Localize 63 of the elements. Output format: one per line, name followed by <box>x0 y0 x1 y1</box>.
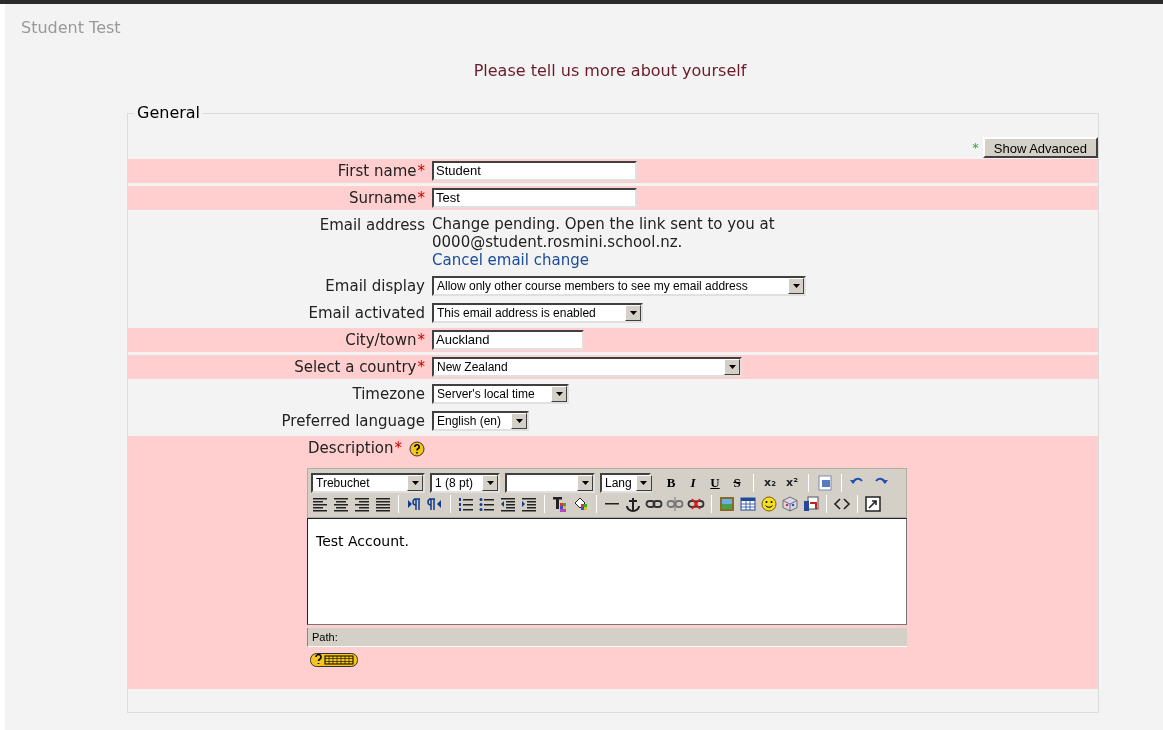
field-label: Description <box>308 438 394 458</box>
justify-icon[interactable] <box>374 495 392 513</box>
fieldset-legend: General <box>134 101 204 125</box>
help-icon[interactable] <box>409 441 425 457</box>
format-button[interactable]: U <box>706 473 724 493</box>
field-label: Email display <box>325 276 425 296</box>
field-label: Surname <box>349 188 417 208</box>
page-title: Student Test <box>21 18 121 37</box>
field-label: Select a country <box>294 357 417 377</box>
align-left-icon[interactable] <box>311 495 329 513</box>
field-label: Preferred language <box>281 411 425 431</box>
email-status-text: Change pending. Open the link sent to you at 0000@student.rosmini.school.nz. <box>432 215 776 251</box>
field-label: Timezone <box>352 384 425 404</box>
format-button[interactable]: S <box>728 473 746 493</box>
numbered-list-icon[interactable] <box>457 495 475 513</box>
style-select[interactable] <box>505 473 595 493</box>
field-label: Email activated <box>308 303 425 323</box>
fullscreen-icon[interactable] <box>864 495 882 513</box>
keyboard-help-icon[interactable] <box>310 653 358 667</box>
text-input-field[interactable]: Auckland <box>432 330 584 350</box>
text-color-icon[interactable] <box>551 495 569 513</box>
editor-content[interactable]: Test Account. <box>307 518 907 625</box>
field-label: City/town <box>345 330 417 350</box>
language-select[interactable]: Lang <box>600 473 651 493</box>
page-heading: Please tell us more about yourself <box>473 60 747 82</box>
required-mark: * <box>394 438 402 458</box>
required-mark: * <box>417 357 425 377</box>
script-button[interactable]: x² <box>783 474 801 492</box>
outdent-icon[interactable] <box>499 495 517 513</box>
dropdown-field[interactable]: This email address is enabled <box>432 303 643 323</box>
word-paste-icon[interactable] <box>816 474 834 492</box>
right-to-left-icon[interactable] <box>426 495 444 513</box>
cancel-email-link[interactable]: Cancel email change <box>432 251 832 269</box>
editor-text: Test Account. <box>316 533 409 549</box>
required-mark: * <box>417 161 425 181</box>
dropdown-field[interactable]: Server's local time <box>432 384 569 404</box>
align-right-icon[interactable] <box>353 495 371 513</box>
document-icon[interactable] <box>802 495 820 513</box>
smiley-icon[interactable] <box>760 495 778 513</box>
bullet-list-icon[interactable] <box>478 495 496 513</box>
font-select[interactable]: Trebuchet <box>311 473 425 493</box>
editor-path-bar: Path: <box>307 628 907 647</box>
paint-bucket-icon[interactable] <box>572 495 590 513</box>
field-label: Email address <box>319 215 425 235</box>
indent-icon[interactable] <box>520 495 538 513</box>
dropdown-field[interactable]: Allow only other course members to see my email address <box>432 276 806 296</box>
font-size-select[interactable]: 1 (8 pt) <box>430 473 500 493</box>
anchor-icon[interactable] <box>624 495 642 513</box>
dropdown-field[interactable]: New Zealand <box>432 357 742 377</box>
dropdown-field[interactable]: English (en) <box>432 411 529 431</box>
left-to-right-icon[interactable] <box>405 495 423 513</box>
required-mark: * <box>417 188 425 208</box>
align-center-icon[interactable] <box>332 495 350 513</box>
text-input-field[interactable]: Test <box>432 188 637 208</box>
field-label: First name <box>337 161 417 181</box>
text-input-field[interactable]: Student <box>432 161 637 181</box>
script-button[interactable]: x₂ <box>761 474 779 492</box>
advanced-marker: * <box>972 138 979 157</box>
format-button[interactable]: B <box>662 473 680 493</box>
show-advanced-button[interactable]: Show Advanced <box>982 137 1098 158</box>
table-icon[interactable] <box>739 495 757 513</box>
format-button[interactable]: I <box>684 473 702 493</box>
required-mark: * <box>417 330 425 350</box>
